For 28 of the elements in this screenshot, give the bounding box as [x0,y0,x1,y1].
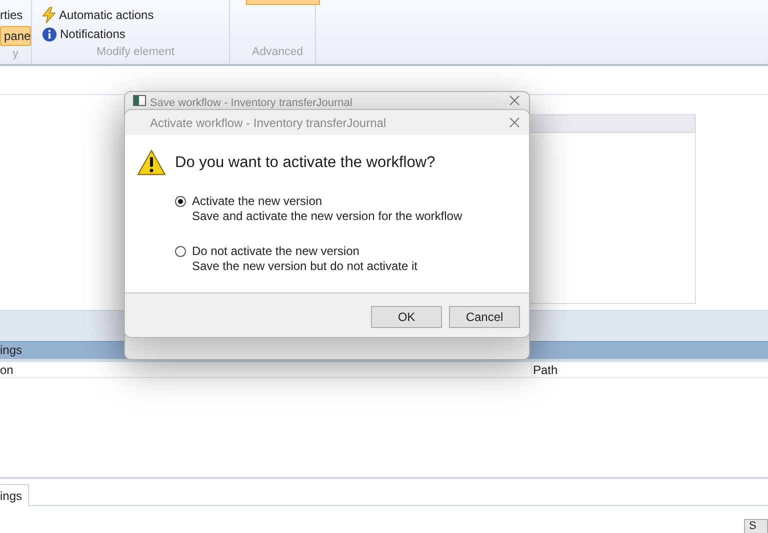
warning-icon [137,149,166,176]
dialog-question: Do you want to activate the workflow? [175,152,436,173]
group-caption: Modify element [96,44,176,60]
option-label[interactable]: Activate the new version [192,194,462,209]
info-icon [42,26,57,42]
ok-button[interactable]: OK [371,306,442,328]
option-label[interactable]: Do not activate the new version [192,244,418,259]
ribbon-button[interactable]: rties [0,6,31,24]
radio-button[interactable] [175,196,186,207]
dialog-title: Activate workflow - Inventory transferJournal [150,114,386,132]
window-icon [133,95,146,106]
group-caption: y [12,47,20,62]
cancel-button[interactable]: Cancel [449,306,520,328]
ribbon-label: Notifications [60,26,126,44]
radio-button[interactable] [175,246,186,257]
dialog-title: Save workflow - Inventory transferJournal [150,96,352,111]
close-icon[interactable] [509,95,520,106]
group-caption: Advanced [250,44,304,60]
lightning-icon [42,6,56,23]
button[interactable]: S [744,519,768,533]
tab[interactable]: ings [0,484,30,506]
close-icon[interactable] [509,117,520,128]
column-header[interactable]: on [0,362,531,377]
column-header[interactable]: Path [531,362,768,377]
ribbon-label: Automatic actions [59,6,154,24]
option-description: Save and activate the new version for the workflow [192,209,462,224]
ribbon-button[interactable]: pane [0,26,31,46]
option-description: Save the new version but do not activate it [192,259,418,274]
